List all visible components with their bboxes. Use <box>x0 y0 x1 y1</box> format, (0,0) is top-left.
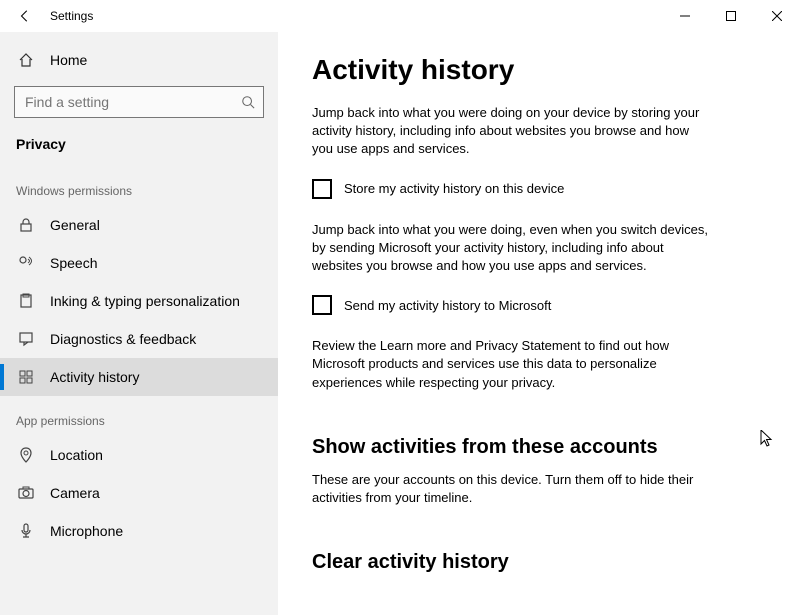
sidebar-item-activity-history[interactable]: Activity history <box>0 358 278 396</box>
description-2: Jump back into what you were doing, even… <box>312 221 712 276</box>
sidebar-item-label: Camera <box>50 485 100 501</box>
cursor-icon <box>760 430 774 448</box>
window-title: Settings <box>50 9 93 23</box>
sidebar-item-diagnostics[interactable]: Diagnostics & feedback <box>0 320 278 358</box>
sidebar-item-label: Diagnostics & feedback <box>50 331 196 347</box>
location-icon <box>18 447 34 463</box>
search-field[interactable] <box>25 94 241 110</box>
main-content: Activity history Jump back into what you… <box>278 32 800 615</box>
section-header-windows: Windows permissions <box>0 166 278 206</box>
sidebar-item-camera[interactable]: Camera <box>0 474 278 512</box>
checkbox-send-history[interactable]: Send my activity history to Microsoft <box>312 295 766 315</box>
checkbox-label: Send my activity history to Microsoft <box>344 298 551 313</box>
history-icon <box>18 369 34 385</box>
checkbox-label: Store my activity history on this device <box>344 181 564 196</box>
minimize-button[interactable] <box>662 0 708 32</box>
maximize-button[interactable] <box>708 0 754 32</box>
breadcrumb: Privacy <box>0 130 278 166</box>
sidebar-item-inking[interactable]: Inking & typing personalization <box>0 282 278 320</box>
microphone-icon <box>18 523 34 539</box>
checkbox-icon[interactable] <box>312 179 332 199</box>
checkbox-store-history[interactable]: Store my activity history on this device <box>312 179 766 199</box>
section-heading-clear: Clear activity history <box>312 551 766 574</box>
sidebar-item-label: General <box>50 217 100 233</box>
clipboard-icon <box>18 293 34 309</box>
feedback-icon <box>18 331 34 347</box>
home-icon <box>18 52 34 68</box>
sidebar-item-label: Microphone <box>50 523 123 539</box>
page-title: Activity history <box>312 54 766 86</box>
sidebar: Home Privacy Windows permissions General… <box>0 32 278 615</box>
close-button[interactable] <box>754 0 800 32</box>
sidebar-item-label: Activity history <box>50 369 139 385</box>
title-bar: Settings <box>0 0 800 32</box>
sidebar-item-general[interactable]: General <box>0 206 278 244</box>
lock-icon <box>18 217 34 233</box>
back-button[interactable] <box>18 9 32 23</box>
search-input[interactable] <box>14 86 264 118</box>
sidebar-item-home[interactable]: Home <box>0 44 278 76</box>
sidebar-item-label: Speech <box>50 255 97 271</box>
sidebar-item-location[interactable]: Location <box>0 436 278 474</box>
sidebar-item-microphone[interactable]: Microphone <box>0 512 278 550</box>
section-header-app: App permissions <box>0 396 278 436</box>
sidebar-item-speech[interactable]: Speech <box>0 244 278 282</box>
speech-icon <box>18 255 34 271</box>
sidebar-item-label: Location <box>50 447 103 463</box>
description-4: These are your accounts on this device. … <box>312 471 712 507</box>
search-icon <box>241 95 255 109</box>
description-1: Jump back into what you were doing on yo… <box>312 104 712 159</box>
section-heading-accounts: Show activities from these accounts <box>312 436 766 459</box>
sidebar-item-label: Inking & typing personalization <box>50 293 240 309</box>
description-3: Review the Learn more and Privacy Statem… <box>312 337 712 392</box>
checkbox-icon[interactable] <box>312 295 332 315</box>
camera-icon <box>18 485 34 501</box>
home-label: Home <box>50 52 87 68</box>
heading-text: Show activities from these accounts <box>312 436 658 458</box>
